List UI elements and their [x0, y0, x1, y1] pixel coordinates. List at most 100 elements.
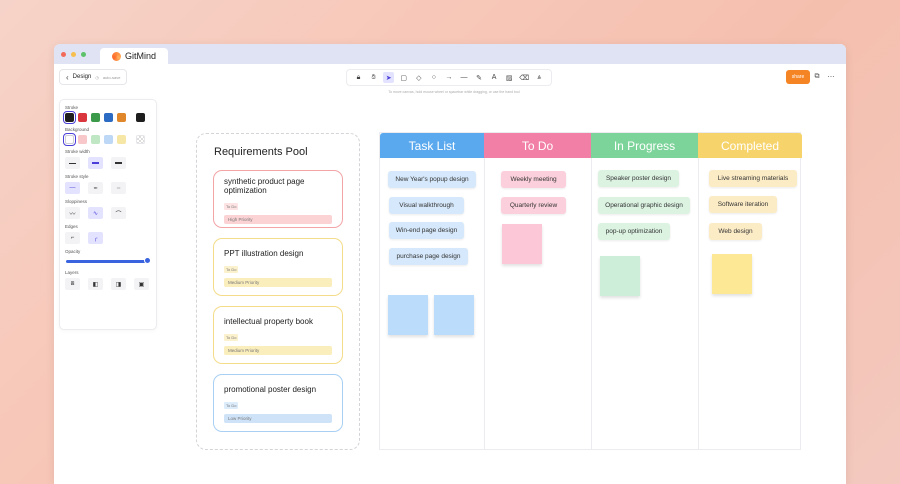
task-card[interactable]: Speaker poster design — [598, 170, 679, 187]
rectangle-icon[interactable]: ▢ — [398, 72, 409, 83]
task-card[interactable]: Quarterly review — [501, 197, 566, 214]
column-divider — [484, 158, 485, 449]
gitmind-logo-icon — [111, 51, 121, 61]
column-header[interactable]: Completed — [698, 133, 802, 158]
background-color-swatch[interactable] — [78, 135, 87, 144]
opacity-slider-track — [66, 260, 148, 263]
background-color-swatches — [63, 133, 151, 146]
stroke-color-swatch[interactable] — [78, 113, 87, 122]
bring-forward-icon[interactable]: ◨ — [111, 278, 126, 290]
stroke-color-swatches — [63, 111, 151, 124]
sloppiness-label: Sloppiness — [65, 199, 88, 204]
eraser-icon[interactable]: ⌫ — [519, 72, 530, 83]
opacity-slider[interactable] — [65, 257, 151, 265]
arrow-icon[interactable]: → — [443, 72, 454, 83]
task-card[interactable]: pop-up optimization — [598, 223, 670, 240]
send-to-back-icon[interactable]: ⧈ — [65, 278, 80, 290]
requirement-status-tag: To Do — [224, 402, 239, 409]
hand-icon[interactable]: ✋︎ — [368, 72, 379, 83]
task-card[interactable]: Web design — [709, 223, 762, 240]
bring-to-front-icon[interactable]: ▣ — [134, 278, 149, 290]
more-menu-icon[interactable]: ⋯ — [826, 72, 836, 82]
stroke-solid-button[interactable]: — — [65, 182, 80, 194]
breadcrumb[interactable]: ‹ Design ◷ auto-save — [59, 69, 128, 85]
autosave-status: auto-save — [102, 74, 121, 80]
task-card[interactable]: purchase page design — [389, 248, 468, 265]
stroke-color-swatch[interactable] — [117, 113, 126, 122]
requirement-priority-tag: Medium Priority — [224, 278, 332, 287]
column-header[interactable]: To Do — [484, 133, 591, 158]
sloppiness-architect-button[interactable]: 〰 — [65, 207, 80, 219]
stroke-thick-button[interactable] — [111, 157, 126, 169]
sloppiness-artist-button[interactable]: ∿ — [88, 207, 103, 219]
minimize-window-dot[interactable] — [71, 52, 76, 57]
stroke-dashed-button[interactable]: ┅ — [88, 182, 103, 194]
diamond-icon[interactable]: ◇ — [413, 72, 424, 83]
stroke-medium-button[interactable] — [88, 157, 103, 169]
pen-icon[interactable]: ✎ — [474, 72, 485, 83]
edges-label: Edges — [65, 224, 78, 229]
column-divider — [591, 158, 592, 449]
line-icon[interactable]: — — [458, 72, 469, 83]
image-icon[interactable]: ▨ — [504, 72, 515, 83]
stroke-thin-button[interactable] — [65, 157, 80, 169]
external-link-icon[interactable]: ⧉ — [812, 72, 822, 82]
requirement-card[interactable]: intellectual property book To Do Medium Pr… — [213, 306, 343, 364]
requirement-priority-tag: Medium Priority — [224, 346, 332, 355]
app-tab[interactable]: GitMind — [100, 48, 168, 64]
sticky-note[interactable] — [388, 295, 428, 335]
circle-icon[interactable]: ○ — [428, 72, 439, 83]
more-tools-icon[interactable]: ⩓ — [534, 72, 545, 83]
select-icon[interactable]: ➤ — [383, 72, 395, 83]
background-color-swatch[interactable] — [63, 133, 76, 146]
column-header[interactable]: In Progress — [591, 133, 698, 158]
sticky-note[interactable] — [600, 256, 640, 296]
task-card[interactable]: Weekly meeting — [501, 171, 566, 188]
requirement-card-title: synthetic product page optimization — [224, 177, 305, 195]
task-card[interactable]: Visual walkthrough — [389, 197, 464, 214]
send-backward-icon[interactable]: ◧ — [88, 278, 103, 290]
column-header[interactable]: Task List — [380, 133, 484, 158]
lock-icon[interactable]: 🔒︎ — [353, 72, 364, 83]
sloppiness-cartoonist-button[interactable]: ⌒ — [111, 207, 126, 219]
requirement-card[interactable]: PPT illustration design To Do Medium Prior… — [213, 238, 343, 296]
back-chevron-icon[interactable]: ‹ — [66, 73, 69, 82]
edges-sharp-button[interactable]: ⌐ — [65, 232, 80, 244]
layers-label: Layers — [65, 270, 79, 275]
toolbar-hint: To move canvas, hold mouse wheel or spac… — [388, 90, 520, 94]
requirement-card[interactable]: promotional poster design To Do Low Priori… — [213, 374, 343, 432]
text-icon[interactable]: A — [489, 72, 500, 83]
stroke-color-swatch[interactable] — [104, 113, 113, 122]
background-color-swatch[interactable] — [117, 135, 126, 144]
sticky-note[interactable] — [712, 254, 752, 294]
requirement-card-title: promotional poster design — [224, 385, 317, 394]
requirement-status-tag: To Do — [224, 203, 239, 210]
stroke-color-swatch[interactable] — [136, 113, 145, 122]
background-color-swatch[interactable] — [91, 135, 100, 144]
task-card[interactable]: Operational graphic design — [598, 197, 690, 214]
sticky-note[interactable] — [434, 295, 474, 335]
stroke-dotted-button[interactable]: ┈ — [111, 182, 126, 194]
requirements-pool[interactable]: Requirements Pool synthetic product page… — [196, 133, 360, 450]
edges-round-button[interactable]: ╭ — [88, 232, 103, 244]
task-card[interactable]: Live streaming materials — [709, 170, 797, 187]
opacity-slider-handle[interactable] — [144, 257, 151, 264]
background-color-swatch[interactable] — [136, 135, 145, 144]
maximize-window-dot[interactable] — [81, 52, 86, 57]
kanban-board: Task List New Year's popup design Visual w… — [379, 132, 802, 450]
task-card[interactable]: Win-end page design — [389, 222, 464, 239]
stroke-color-swatch[interactable] — [63, 111, 76, 124]
stroke-color-swatch[interactable] — [91, 113, 100, 122]
app-tab-label: GitMind — [124, 51, 156, 61]
task-card[interactable]: New Year's popup design — [388, 171, 476, 188]
title-bar: GitMind — [54, 44, 846, 64]
background-color-swatch[interactable] — [104, 135, 113, 144]
window-controls — [61, 52, 86, 57]
requirement-card[interactable]: synthetic product page optimization To Do… — [213, 170, 343, 228]
close-window-dot[interactable] — [61, 52, 66, 57]
task-card[interactable]: Software iteration — [709, 196, 777, 213]
share-button[interactable]: share — [786, 70, 810, 84]
requirements-pool-title: Requirements Pool — [214, 146, 308, 158]
sticky-note[interactable] — [502, 224, 542, 264]
requirement-priority-tag: Low Priority — [224, 414, 332, 423]
